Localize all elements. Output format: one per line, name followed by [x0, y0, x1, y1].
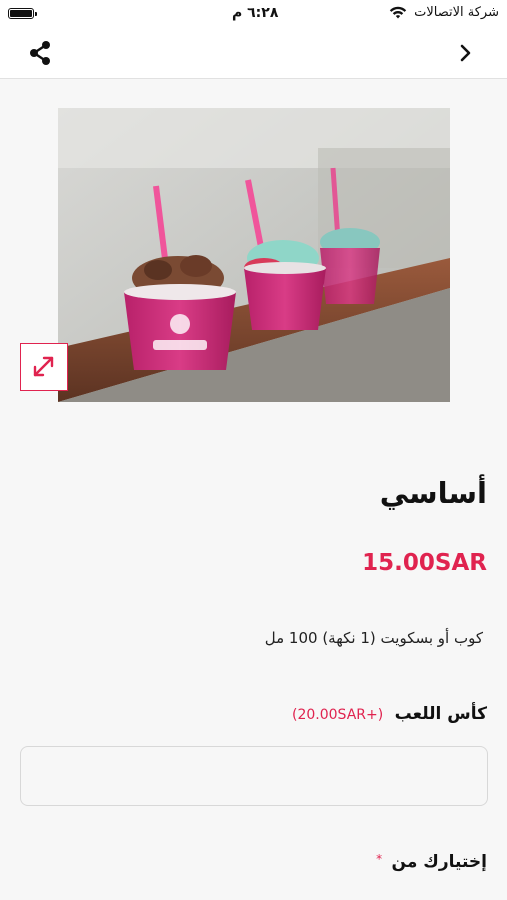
required-mark: *	[376, 852, 383, 866]
nav-bar	[0, 28, 507, 79]
choice-label: إختيارك من	[391, 852, 487, 872]
battery-icon	[8, 8, 37, 19]
expand-icon	[33, 356, 54, 377]
wifi-icon	[389, 6, 407, 19]
addon-label: كأس اللعب	[394, 704, 487, 724]
expand-image-button[interactable]	[20, 343, 68, 391]
carrier-name: شركة الاتصالات	[414, 5, 499, 20]
status-bar: ٦:٢٨ م شركة الاتصالات	[0, 0, 507, 28]
share-icon[interactable]	[26, 39, 54, 67]
addon-input-box[interactable]	[20, 746, 488, 806]
product-title: أساسي	[379, 476, 487, 510]
product-description: كوب أو بسكويت (1 نكهة) 100 مل	[264, 629, 483, 647]
chevron-right-icon[interactable]	[459, 42, 473, 64]
choice-section-header: إختيارك من *	[376, 852, 487, 872]
status-time: ٦:٢٨ م	[232, 5, 279, 21]
product-price: 15.00SAR	[362, 550, 487, 576]
addon-option-row: كأس اللعب (+20.00SAR)	[292, 704, 487, 724]
product-photo	[58, 108, 450, 402]
addon-price: (+20.00SAR)	[292, 707, 384, 723]
